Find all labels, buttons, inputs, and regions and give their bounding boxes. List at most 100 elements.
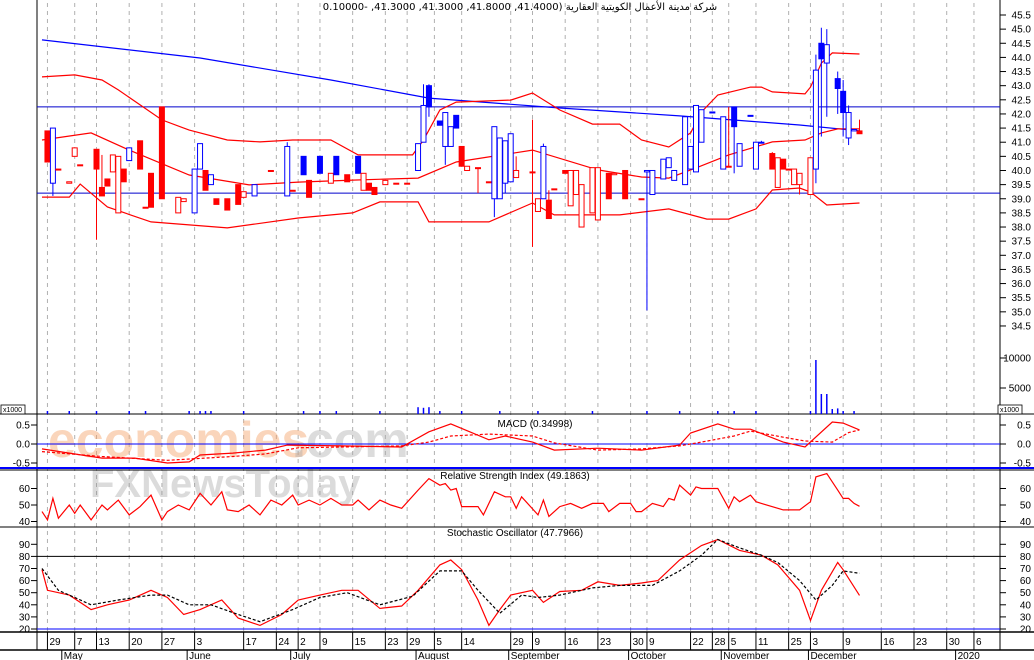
candle [736,143,743,167]
date-tick-label: 24 [278,637,290,648]
candle-body [562,169,569,174]
candle [306,179,313,198]
date-tick-label: 9 [535,637,541,648]
candle [344,174,351,183]
candle-body [109,154,116,173]
stochastic-axis-label: 60 [1020,576,1032,587]
candle [442,112,449,165]
candle-body [551,188,558,191]
candle-body [420,104,427,143]
stochastic-axis-label: 50 [1020,588,1032,599]
candle-body [240,191,247,198]
candle [393,182,400,185]
stochastic-axis-label-left: 80 [19,552,31,563]
macd-axis-label: 0.5 [1017,421,1031,432]
stock-chart: economies .com FXNewsToday 45.545.044.54… [0,0,1034,660]
candle-body [747,114,754,117]
candle [98,154,105,197]
date-tick-label: 29 [49,637,61,648]
chart-title: شركة مدينة الأعمال الكويتية العقارية (41… [323,0,717,13]
candle [693,104,699,173]
candle [851,128,858,132]
candle-body [235,184,242,205]
stochastic-d-line [41,538,860,623]
candle [562,169,569,174]
month-label: August [418,651,449,660]
candle-body [458,145,465,167]
date-tick-label: 2 [300,637,306,648]
candle-body [355,155,362,174]
macd-axis-label-left: 0.5 [16,421,30,432]
candle [240,191,247,198]
candle [327,172,334,184]
candle [856,119,863,135]
candle-body [818,42,825,60]
candle [769,152,776,170]
rsi-axis-label-left: 50 [19,501,31,512]
candle [845,105,852,146]
watermark-com: .com [292,412,409,468]
date-tick-label: 3 [812,637,818,648]
candle [224,198,231,211]
candle [77,164,84,167]
candle [44,130,51,163]
candle [529,119,536,247]
price-axis-label: 37.0 [1012,251,1032,262]
candle [731,106,738,174]
candle-body [502,140,509,184]
candle-body [545,199,552,220]
candle-body [175,196,182,214]
candle [534,198,541,212]
price-axis-label: 41.0 [1012,138,1032,149]
candle-body [540,145,547,200]
price-axis-label: 40.0 [1012,166,1032,177]
candle [267,169,274,172]
rsi-axis-label: 60 [1020,484,1032,495]
date-tick-label: 15 [355,637,367,648]
candle [671,169,678,181]
candle-body [725,165,732,168]
watermark: economies .com FXNewsToday [48,412,409,506]
candle [834,71,841,114]
candle-body [856,130,863,135]
candle-body [344,174,351,183]
candle [502,140,509,194]
candle [371,186,378,196]
candle [507,133,514,183]
date-tick-label: 22 [693,637,705,648]
volume-multiplier-right: x1000 [1000,407,1019,414]
stochastic-axis-label: 90 [1020,540,1032,551]
candle-body [720,116,727,170]
date-tick-label: 20 [131,637,143,648]
candle [158,106,165,200]
candle [464,165,471,171]
candle-body [148,172,154,208]
candle-body [807,157,814,196]
candle [180,198,187,203]
candle [785,168,792,171]
candle-body [785,168,792,171]
date-tick-label: 23 [387,637,399,648]
date-tick-label: 30 [949,637,961,648]
candle-body [769,153,776,170]
stochastic-axis-label-left: 30 [19,612,31,623]
candle [747,114,754,117]
candle [551,188,558,191]
candle [665,157,672,169]
stochastic-axis-label-left: 70 [19,564,31,575]
volume-axis-label: 10000 [1003,354,1031,365]
candle-body [823,44,830,64]
candle [355,155,362,174]
candle-body [774,157,781,188]
candle-body [191,168,198,214]
candle-body [327,172,334,184]
candle [425,84,432,117]
candle [540,143,547,200]
date-tick-label: 14 [464,637,476,648]
candle [709,111,716,114]
candle [752,141,759,170]
price-axis-label: 44.0 [1012,53,1032,64]
candle [382,179,389,186]
candle [649,169,656,196]
candle [415,143,422,171]
